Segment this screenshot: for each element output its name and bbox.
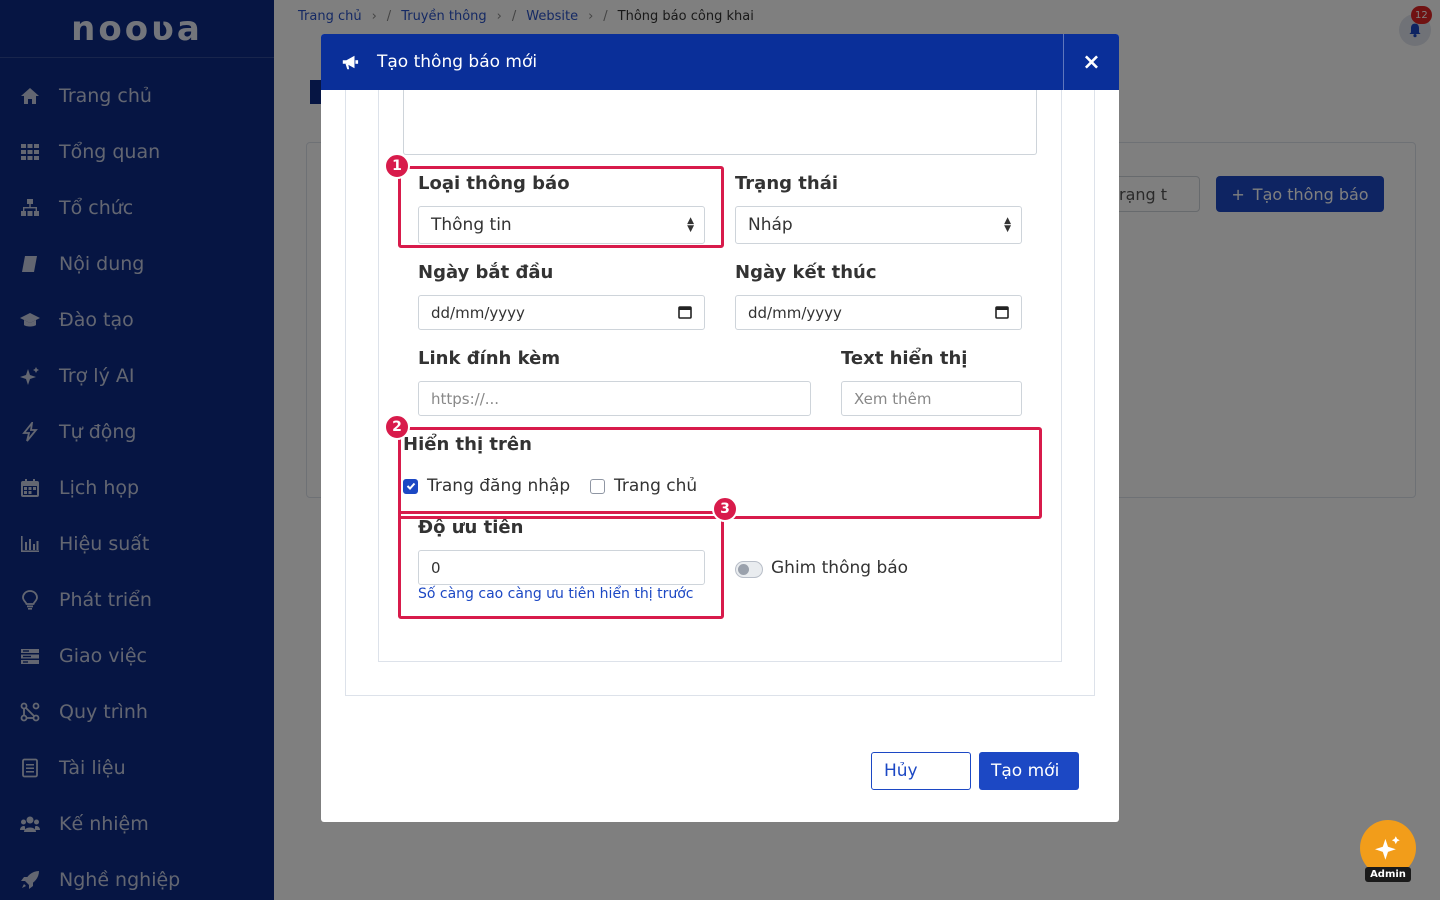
cancel-button[interactable]: Hủy: [871, 752, 971, 790]
modal-header: Tạo thông báo mới ×: [321, 34, 1119, 90]
close-button[interactable]: ×: [1063, 34, 1119, 90]
start-date-input[interactable]: dd/mm/yyyy: [418, 295, 705, 330]
highlight-box-3: [398, 511, 724, 619]
status-select[interactable]: Nháp ▲ ▼: [735, 206, 1022, 244]
megaphone-icon: [341, 53, 359, 71]
annotation-marker-2: 2: [384, 414, 410, 440]
calendar-icon[interactable]: [678, 305, 692, 319]
content-textarea[interactable]: [403, 90, 1037, 155]
link-label: Link đính kèm: [418, 348, 561, 369]
select-arrows-icon: ▲ ▼: [1004, 216, 1011, 234]
pin-label: Ghim thông báo: [771, 558, 909, 578]
link-input[interactable]: https://...: [418, 381, 811, 416]
modal-title: Tạo thông báo mới: [377, 52, 538, 72]
display-text-label: Text hiển thị: [841, 348, 968, 369]
annotation-marker-3: 3: [712, 496, 738, 522]
end-date-input[interactable]: dd/mm/yyyy: [735, 295, 1022, 330]
end-date-label: Ngày kết thúc: [735, 262, 877, 283]
start-date-label: Ngày bắt đầu: [418, 262, 554, 283]
start-date-placeholder: dd/mm/yyyy: [431, 304, 525, 322]
display-text-input[interactable]: Xem thêm: [841, 381, 1022, 416]
annotation-marker-1: 1: [384, 153, 410, 179]
calendar-icon[interactable]: [995, 305, 1009, 319]
submit-button[interactable]: Tạo mới: [979, 752, 1079, 790]
end-date-placeholder: dd/mm/yyyy: [748, 304, 842, 322]
pin-toggle[interactable]: [735, 561, 763, 578]
sparkle-icon: [1375, 836, 1400, 860]
status-select-value: Nháp: [748, 215, 793, 235]
create-announcement-modal: Tạo thông báo mới × Loại thông báo Thông…: [321, 34, 1119, 822]
status-label: Trạng thái: [735, 173, 839, 194]
admin-tag: Admin: [1365, 867, 1411, 882]
highlight-box-1: [398, 166, 724, 248]
